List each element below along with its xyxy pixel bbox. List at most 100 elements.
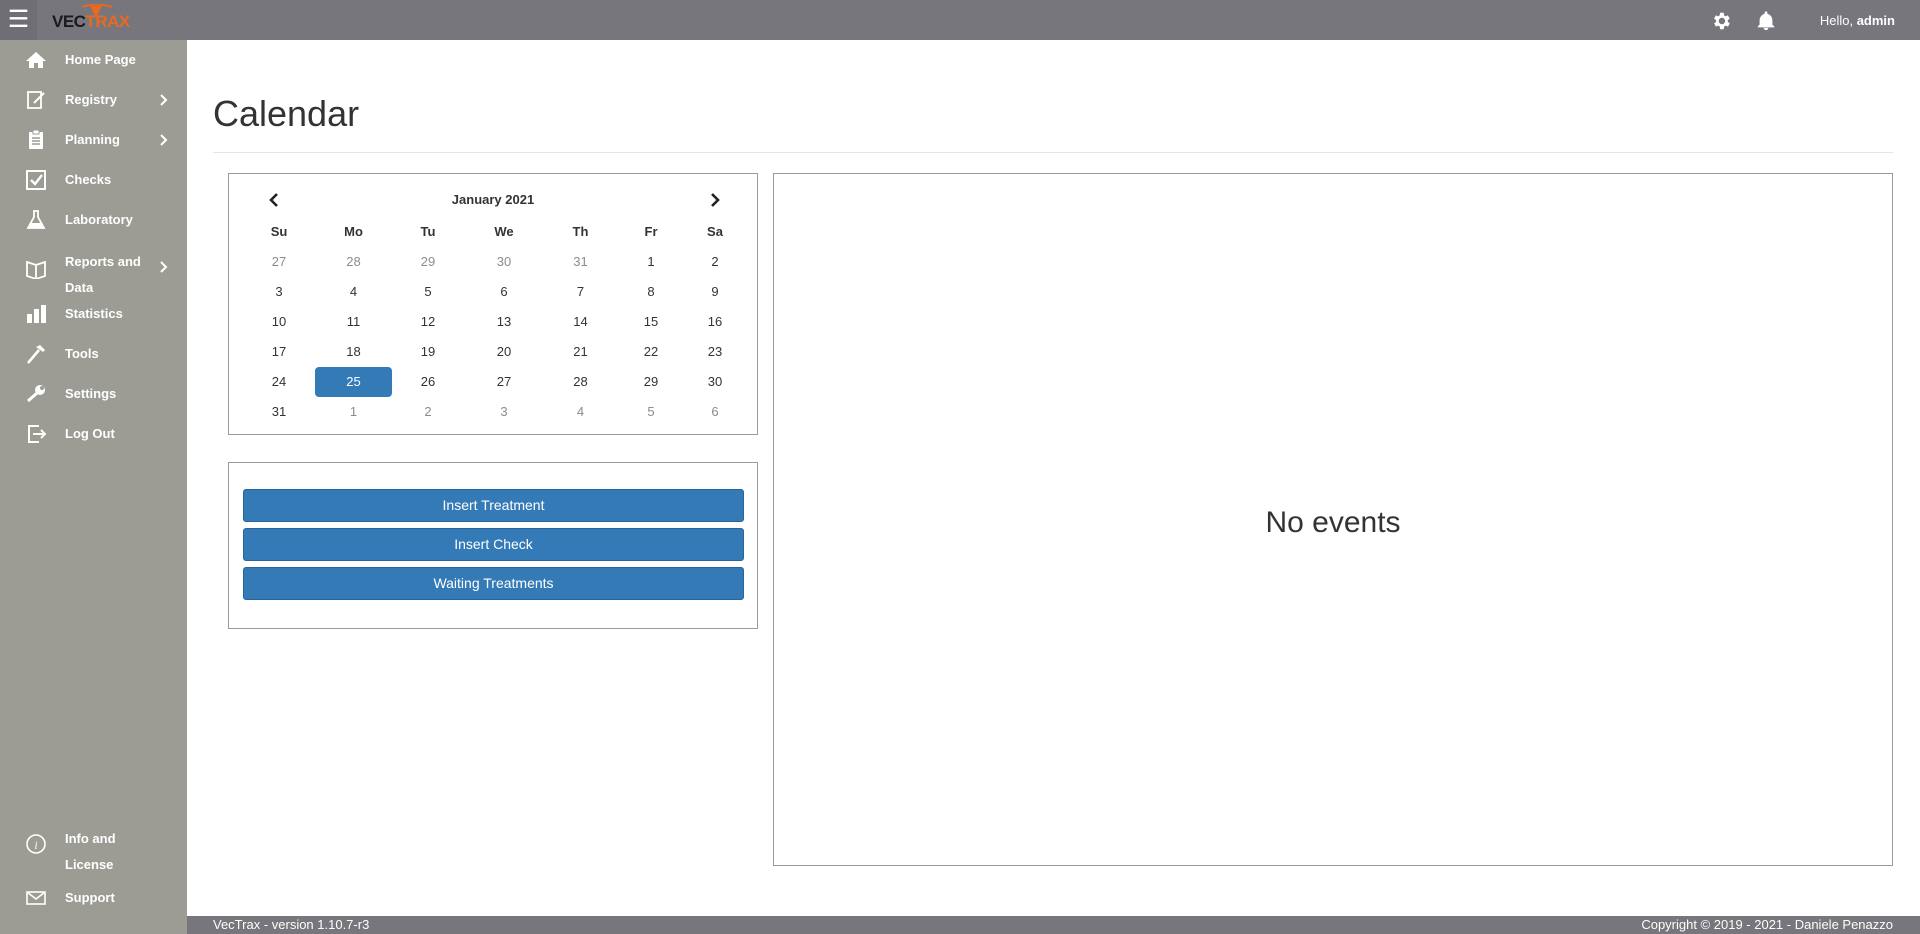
calendar-day[interactable]: 2 <box>685 247 745 277</box>
calendar-day[interactable]: 21 <box>544 337 617 367</box>
calendar-day[interactable]: 15 <box>617 307 685 337</box>
calendar-day[interactable]: 28 <box>544 367 617 397</box>
edit-icon <box>27 91 45 109</box>
book-icon <box>26 260 46 279</box>
home-icon <box>26 52 46 68</box>
user-greeting[interactable]: Hello, admin <box>1820 13 1895 28</box>
calendar-week-row: 27 28 29 30 31 1 2 <box>243 247 745 277</box>
calendar-day[interactable]: 4 <box>544 397 617 427</box>
waiting-treatments-button[interactable]: Waiting Treatments <box>243 567 744 600</box>
calendar-day[interactable]: 6 <box>685 397 745 427</box>
calendar-day[interactable]: 12 <box>392 307 464 337</box>
calendar-day[interactable]: 8 <box>617 277 685 307</box>
footer: VecTrax - version 1.10.7-r3 Copyright © … <box>187 916 1920 934</box>
calendar-day[interactable]: 18 <box>315 337 392 367</box>
chevron-left-icon[interactable] <box>266 192 282 208</box>
calendar-day[interactable]: 24 <box>243 367 315 397</box>
weekday-label: Th <box>572 224 589 239</box>
sidebar-item-tools[interactable]: Tools <box>0 334 187 374</box>
calendar-day[interactable]: 27 <box>243 247 315 277</box>
calendar-day[interactable]: 29 <box>617 367 685 397</box>
calendar-day[interactable]: 2 <box>392 397 464 427</box>
calendar-day[interactable]: 30 <box>464 247 544 277</box>
calendar-day[interactable]: 14 <box>544 307 617 337</box>
weekday-label: We <box>494 224 514 239</box>
settings-gear-icon[interactable] <box>1710 10 1732 32</box>
calendar-day[interactable]: 17 <box>243 337 315 367</box>
calendar-week-row: 17 18 19 20 21 22 23 <box>243 337 745 367</box>
calendar-month-label[interactable]: January 2021 <box>229 192 757 207</box>
sidebar-item-settings[interactable]: Settings <box>0 374 187 414</box>
calendar-day[interactable]: 31 <box>544 247 617 277</box>
calendar-day[interactable]: 29 <box>392 247 464 277</box>
chevron-right-icon <box>160 94 168 106</box>
checkbox-icon <box>26 170 46 190</box>
calendar-day[interactable]: 30 <box>685 367 745 397</box>
weekday-label: Fr <box>644 224 658 239</box>
hamburger-menu-icon[interactable]: ☰ <box>0 0 37 40</box>
envelope-icon <box>26 891 46 905</box>
greeting-prefix: Hello, <box>1819 13 1857 28</box>
calendar-day[interactable]: 9 <box>685 277 745 307</box>
sidebar-item-laboratory[interactable]: Laboratory <box>0 200 187 240</box>
sidebar-item-checks[interactable]: Checks <box>0 160 187 200</box>
calendar-day[interactable]: 23 <box>685 337 745 367</box>
calendar-day[interactable]: 31 <box>243 397 315 427</box>
calendar-day[interactable]: 28 <box>315 247 392 277</box>
chevron-right-icon <box>160 261 168 273</box>
calendar-day[interactable]: 6 <box>464 277 544 307</box>
clipboard-icon <box>29 130 43 149</box>
calendar-panel: January 2021 Su Mo Tu We Th Fr Sa 27 28 29 30 31 1 2 3… <box>228 173 758 435</box>
calendar-day[interactable]: 4 <box>315 277 392 307</box>
calendar-day[interactable]: 22 <box>617 337 685 367</box>
calendar-day[interactable]: 5 <box>392 277 464 307</box>
calendar-weekday-row: Su Mo Tu We Th Fr Sa <box>243 217 745 247</box>
sidebar-item-label: Registry <box>65 92 118 107</box>
calendar-day[interactable]: 11 <box>315 307 392 337</box>
sidebar-item-label: Tools <box>65 346 99 361</box>
username: admin <box>1856 13 1895 28</box>
notification-bell-icon[interactable] <box>1755 10 1777 32</box>
chevron-right-icon[interactable] <box>707 192 723 208</box>
calendar-day[interactable]: 1 <box>617 247 685 277</box>
calendar-day[interactable]: 5 <box>617 397 685 427</box>
sidebar-item-label: Log Out <box>65 426 115 441</box>
calendar-day[interactable]: 27 <box>464 367 544 397</box>
sidebar-item-home-page[interactable]: Home Page <box>0 40 187 80</box>
wrench-icon <box>27 385 45 403</box>
calendar-week-row: 3456789 <box>243 277 745 307</box>
calendar-day[interactable]: 19 <box>392 337 464 367</box>
calendar-grid: Su Mo Tu We Th Fr Sa 27 28 29 30 31 1 2 3 4 5 6 7 8 9 10 11 12 1… <box>243 217 745 427</box>
sidebar-item-planning[interactable]: Planning <box>0 120 187 160</box>
calendar-day[interactable]: 3 <box>243 277 315 307</box>
calendar-day[interactable]: 3 <box>464 397 544 427</box>
sidebar-item-reports-and-data[interactable]: Reports and Data <box>0 240 187 295</box>
calendar-week-row: 31 1 2 3 4 5 6 <box>243 397 745 427</box>
vectrax-logo[interactable]: VECTRAX <box>52 4 136 34</box>
chevron-right-icon <box>160 134 168 146</box>
sidebar-item-label: Checks <box>65 172 112 187</box>
calendar-header: January 2021 <box>229 190 757 210</box>
calendar-day[interactable]: 13 <box>464 307 544 337</box>
insert-treatment-button[interactable]: Insert Treatment <box>243 489 744 522</box>
no-events-message: No events <box>1265 506 1401 539</box>
sidebar-item-label: Statistics <box>65 306 123 321</box>
hammer-icon <box>27 345 45 364</box>
sidebar-item-statistics[interactable]: Statistics <box>0 294 187 334</box>
calendar-day-selected[interactable]: 25 <box>315 367 392 397</box>
calendar-day[interactable]: 20 <box>464 337 544 367</box>
calendar-day[interactable]: 7 <box>544 277 617 307</box>
sidebar-item-log-out[interactable]: Log Out <box>0 414 187 454</box>
sidebar-item-info-and-license[interactable]: i Info and License <box>0 817 187 872</box>
insert-check-button[interactable]: Insert Check <box>243 528 744 561</box>
bar-chart-icon <box>27 305 46 323</box>
calendar-day[interactable]: 26 <box>392 367 464 397</box>
calendar-day[interactable]: 10 <box>243 307 315 337</box>
calendar-day[interactable]: 16 <box>685 307 745 337</box>
svg-text:i: i <box>34 838 37 852</box>
sidebar-item-label: Settings <box>65 386 117 401</box>
sidebar-item-support[interactable]: Support <box>0 878 187 918</box>
calendar-day[interactable]: 1 <box>315 397 392 427</box>
sidebar-item-registry[interactable]: Registry <box>0 80 187 120</box>
sidebar-item-label: Home Page <box>65 52 136 67</box>
